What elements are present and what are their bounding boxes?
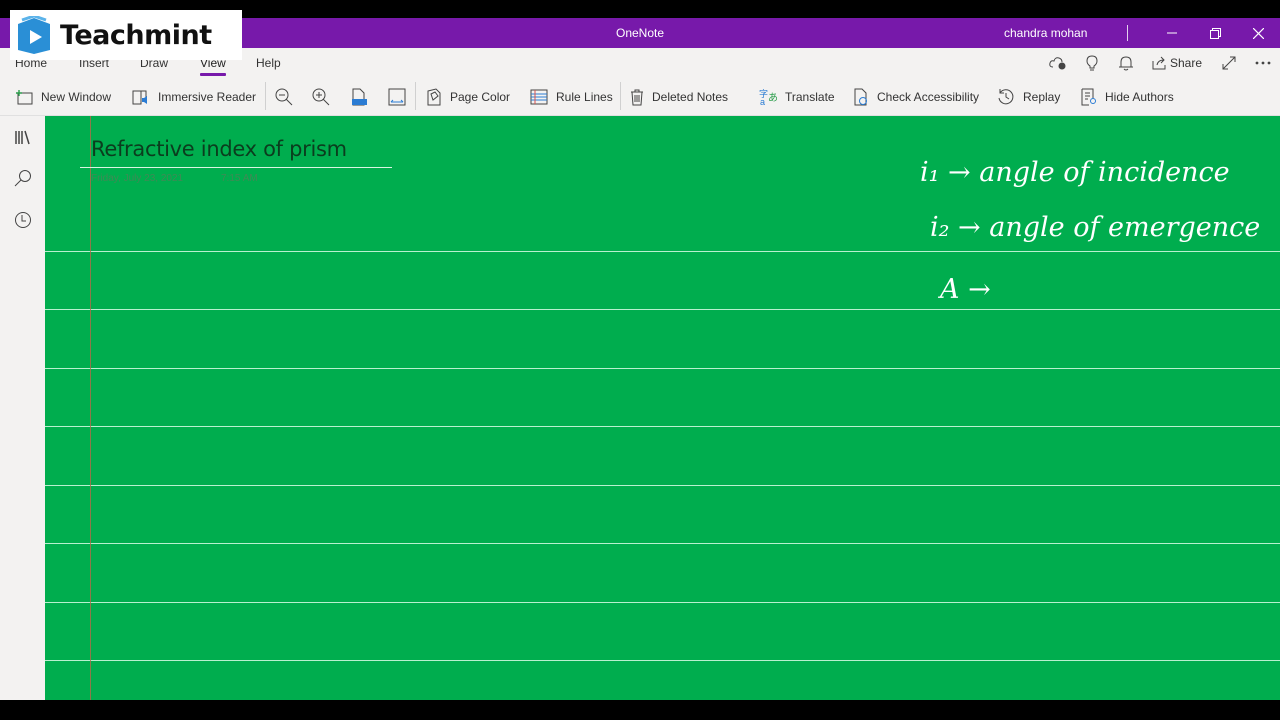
title-underline <box>80 167 392 168</box>
translate-label: Translate <box>785 90 835 104</box>
rule-line <box>45 485 1280 486</box>
expand-icon <box>1222 56 1236 70</box>
new-window-button[interactable]: New Window <box>15 86 111 108</box>
notebooks-button[interactable] <box>12 126 34 148</box>
bell-icon <box>1119 56 1133 71</box>
zoom-out-button[interactable] <box>275 86 301 108</box>
lightbulb-icon <box>1086 55 1098 71</box>
recent-notes-button[interactable] <box>12 209 34 231</box>
search-button[interactable] <box>12 167 34 189</box>
minimize-icon <box>1167 32 1177 34</box>
close-button[interactable] <box>1238 18 1278 48</box>
minimize-button[interactable] <box>1152 18 1192 48</box>
note-page-canvas[interactable]: Refractive index of prism Friday, July 2… <box>45 116 1280 700</box>
new-window-icon <box>16 90 33 105</box>
hide-authors-button[interactable]: Hide Authors <box>1081 86 1174 108</box>
toolbar-divider <box>265 82 266 110</box>
deleted-notes-label: Deleted Notes <box>652 90 729 104</box>
accessibility-checker-icon <box>854 88 867 106</box>
svg-text:あ: あ <box>768 92 777 104</box>
share-button[interactable] <box>1149 54 1169 72</box>
rule-line <box>45 660 1280 661</box>
replay-button[interactable]: Replay <box>997 86 1060 108</box>
restore-icon <box>1209 27 1221 39</box>
teachmint-logo-icon <box>18 16 50 54</box>
screen-bottom-bezel <box>0 700 1280 720</box>
notifications-button[interactable] <box>1116 54 1136 72</box>
page-color-icon <box>427 88 441 106</box>
translate-icon: 字a あ <box>759 88 777 106</box>
ink-note-line: A → <box>937 274 991 305</box>
clock-icon <box>15 212 31 228</box>
handwritten-ink-notes[interactable]: i₁ → angle of incidence i₂ → angle of em… <box>905 136 1275 316</box>
notebooks-icon <box>15 130 30 145</box>
toolbar-divider <box>620 82 621 110</box>
page-100-icon <box>352 88 367 106</box>
page-width-button[interactable] <box>388 86 414 108</box>
teachmint-watermark: Teachmint <box>10 10 242 60</box>
hide-authors-icon <box>1081 88 1096 106</box>
rule-line <box>45 602 1280 603</box>
ink-note-line: i₁ → angle of incidence <box>920 157 1230 188</box>
share-label[interactable]: Share <box>1170 56 1202 70</box>
page-title[interactable]: Refractive index of prism <box>91 137 347 161</box>
translate-button[interactable]: 字aあ Translate <box>759 86 835 108</box>
toolbar-divider <box>415 82 416 110</box>
deleted-notes-button[interactable]: Deleted Notes <box>630 86 728 108</box>
fullscreen-button[interactable] <box>1219 54 1239 72</box>
rule-lines-button[interactable]: Rule Lines <box>530 86 613 108</box>
page-color-button[interactable]: Page Color <box>426 86 510 108</box>
teachmint-brand-text: Teachmint <box>60 19 212 51</box>
history-icon <box>998 89 1014 105</box>
search-icon <box>14 170 31 187</box>
page-margin-line <box>90 116 91 700</box>
svg-text:a: a <box>760 97 765 106</box>
navigation-sidebar <box>0 116 45 700</box>
view-ribbon-toolbar: New Window Immersive Reader Page Color R… <box>0 78 1280 116</box>
user-name[interactable]: chandra mohan <box>1004 26 1087 40</box>
rule-line <box>45 543 1280 544</box>
page-color-label: Page Color <box>450 90 511 104</box>
rule-lines-label: Rule Lines <box>556 90 613 104</box>
trash-icon <box>631 89 643 105</box>
restore-button[interactable] <box>1195 18 1235 48</box>
sync-status-button[interactable] <box>1048 54 1068 72</box>
titlebar-divider <box>1127 25 1128 41</box>
rule-line <box>45 426 1280 427</box>
zoom-100-button[interactable] <box>351 86 375 108</box>
zoom-in-icon <box>312 88 330 106</box>
page-width-icon <box>388 88 406 106</box>
zoom-in-button[interactable] <box>312 86 338 108</box>
rule-line <box>45 368 1280 369</box>
ellipsis-icon <box>1255 61 1271 65</box>
page-date: Friday, July 23, 2021 <box>91 173 184 184</box>
check-accessibility-label: Check Accessibility <box>877 90 980 104</box>
zoom-out-icon <box>275 88 293 106</box>
rule-lines-icon <box>530 89 548 105</box>
hide-authors-label: Hide Authors <box>1105 90 1174 104</box>
check-accessibility-button[interactable]: Check Accessibility <box>853 86 979 108</box>
cloud-sync-icon <box>1049 57 1066 70</box>
share-icon <box>1152 56 1166 70</box>
immersive-reader-button[interactable]: Immersive Reader <box>132 86 256 108</box>
immersive-reader-label: Immersive Reader <box>158 90 257 104</box>
tell-me-button[interactable] <box>1082 54 1102 72</box>
tab-help[interactable]: Help <box>256 56 281 70</box>
new-window-label: New Window <box>41 90 112 104</box>
close-icon <box>1252 27 1264 39</box>
more-options-button[interactable] <box>1253 54 1273 72</box>
page-time: 7:15 AM <box>221 173 258 184</box>
ink-note-line: i₂ → angle of emergence <box>930 212 1260 243</box>
replay-label: Replay <box>1023 90 1061 104</box>
immersive-reader-icon <box>132 90 147 105</box>
